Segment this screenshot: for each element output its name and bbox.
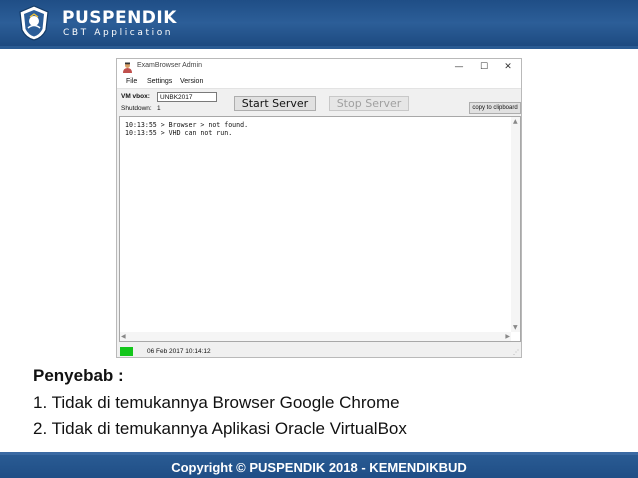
status-timestamp: 06 Feb 2017 10:14:12	[147, 348, 211, 355]
app-user-icon	[123, 62, 132, 73]
brand-subtitle: CBT Application	[63, 28, 174, 38]
scroll-up-icon[interactable]: ▲	[513, 118, 518, 125]
window-titlebar: ExamBrowser Admin — ☐ ✕	[117, 59, 521, 76]
status-indicator-icon	[120, 347, 133, 356]
copy-to-clipboard-button[interactable]: copy to clipboard	[469, 102, 521, 114]
log-line: 10:13:55 > VHD can not run.	[125, 129, 233, 137]
resize-grip-icon[interactable]: ⋰	[513, 349, 519, 356]
maximize-button[interactable]: ☐	[474, 61, 494, 73]
menu-bar: File Settings Version	[117, 76, 521, 89]
vm-vbox-input[interactable]: UNBK2017	[157, 92, 217, 102]
scroll-left-icon[interactable]: ◀	[121, 333, 126, 340]
brand-name: PUSPENDIK	[62, 8, 177, 28]
window-title: ExamBrowser Admin	[137, 62, 202, 69]
cause-item: 2. Tidak di temukannya Aplikasi Oracle V…	[33, 419, 407, 438]
minimize-button[interactable]: —	[449, 61, 469, 73]
shutdown-label: Shutdown:	[121, 105, 152, 112]
log-output[interactable]: 10:13:55 > Browser > not found. 10:13:55…	[119, 116, 521, 342]
vertical-scrollbar[interactable]: ▲ ▼	[511, 117, 520, 332]
status-bar: 06 Feb 2017 10:14:12 ⋰	[117, 344, 521, 357]
cause-heading: Penyebab :	[33, 366, 124, 385]
menu-settings[interactable]: Settings	[147, 78, 172, 85]
horizontal-scrollbar[interactable]: ◀ ▶	[120, 332, 511, 341]
menu-version[interactable]: Version	[180, 78, 203, 85]
shutdown-value: 1	[157, 105, 161, 112]
header-stripe	[0, 46, 638, 49]
copyright-text: Copyright © PUSPENDIK 2018 - KEMENDIKBUD	[171, 460, 467, 475]
exam-browser-admin-window: ExamBrowser Admin — ☐ ✕ File Settings Ve…	[116, 58, 522, 358]
scroll-down-icon[interactable]: ▼	[513, 324, 518, 331]
close-button[interactable]: ✕	[498, 61, 518, 73]
log-line: 10:13:55 > Browser > not found.	[125, 121, 249, 129]
vm-vbox-label: VM vbox:	[121, 93, 150, 100]
scroll-right-icon[interactable]: ▶	[505, 333, 510, 340]
menu-file[interactable]: File	[126, 78, 137, 85]
start-server-button[interactable]: Start Server	[234, 96, 316, 111]
tut-wuri-handayani-logo-icon	[19, 5, 49, 41]
cause-item: 1. Tidak di temukannya Browser Google Ch…	[33, 393, 400, 412]
stop-server-button[interactable]: Stop Server	[329, 96, 409, 111]
